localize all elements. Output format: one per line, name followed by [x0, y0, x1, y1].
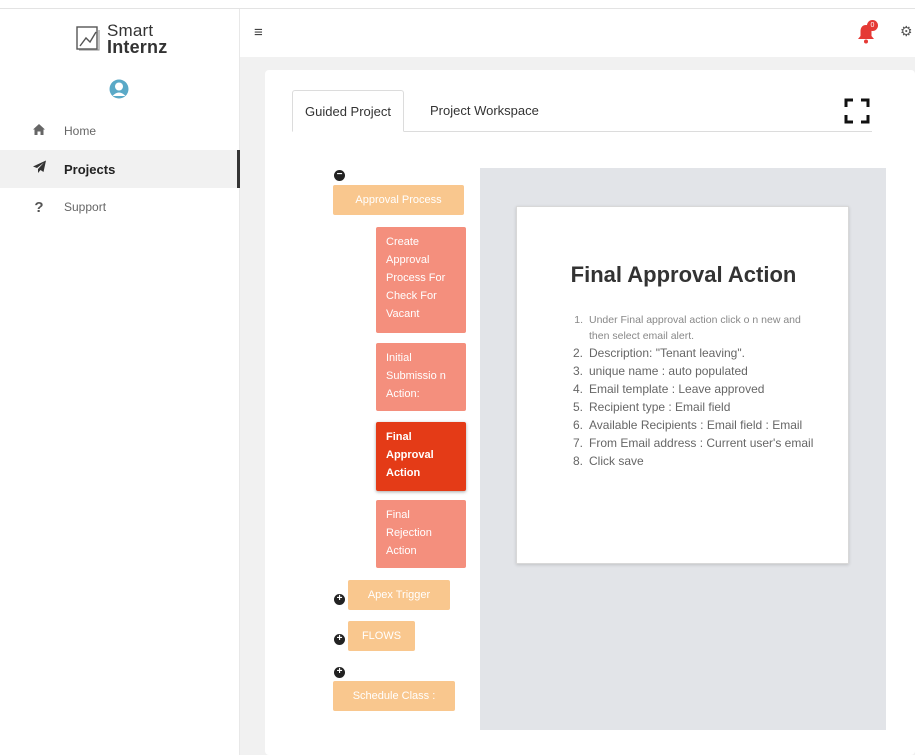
steps-list: 1. Under Final approval action click o n …	[567, 312, 817, 470]
tab-guided-project[interactable]: Guided Project	[292, 90, 404, 132]
fullscreen-icon[interactable]	[844, 98, 870, 124]
tab-project-workspace[interactable]: Project Workspace	[418, 90, 551, 132]
tree-node-final-approval-action[interactable]: Final Approval Action	[376, 422, 466, 491]
project-tabs: Guided Project Project Workspace	[292, 90, 872, 132]
tree-node-initial-submission-action[interactable]: Initial Submissio n Action:	[376, 343, 466, 411]
list-item: 7. From Email address : Current user's em…	[572, 436, 814, 450]
expand-schedule-toggle[interactable]: +	[334, 667, 345, 678]
brand-logo[interactable]: Smart Internz	[76, 19, 167, 59]
expand-flows-toggle[interactable]: +	[334, 634, 345, 645]
sidebar-item-projects[interactable]: Projects	[0, 150, 240, 188]
tree-node-flows[interactable]: FLOWS	[348, 621, 415, 651]
list-item: 6. Available Recipients : Email field : E…	[572, 418, 803, 432]
list-item: 2. Description: "Tenant leaving".	[572, 346, 745, 360]
brand-line-2: Internz	[107, 37, 168, 57]
tree-node-apex-trigger[interactable]: Apex Trigger	[348, 580, 450, 610]
tree-node-create-approval-process[interactable]: Create Approval Process For Check For Va…	[376, 227, 466, 333]
tree-node-schedule-class[interactable]: Schedule Class :	[333, 681, 455, 711]
detail-card: Final Approval Action 1. Under Final appr…	[516, 206, 849, 564]
list-item: 1. Under Final approval action click o n …	[574, 314, 801, 342]
hamburger-icon[interactable]: ≡	[254, 24, 263, 41]
sidebar-nav: Home Projects ? Support	[0, 112, 240, 226]
collapse-approval-toggle[interactable]: −	[334, 170, 345, 181]
top-border	[0, 0, 915, 9]
gear-icon[interactable]: ⚙	[900, 23, 913, 40]
sidebar-item-label: Projects	[64, 161, 116, 177]
notification-button[interactable]: 0	[857, 20, 879, 44]
sidebar-item-support[interactable]: ? Support	[0, 188, 240, 226]
sidebar-item-label: Support	[64, 200, 107, 214]
sidebar-item-label: Home	[64, 124, 97, 138]
detail-title: Final Approval Action	[570, 262, 797, 287]
paper-plane-icon	[28, 160, 50, 178]
tree-node-approval-process[interactable]: Approval Process	[333, 185, 464, 215]
list-item: 8. Click save	[572, 454, 644, 468]
list-item: 4. Email template : Leave approved	[572, 382, 765, 396]
notification-badge: 0	[867, 20, 878, 31]
sidebar-item-home[interactable]: Home	[0, 112, 240, 150]
logo-icon	[76, 26, 100, 51]
list-item: 3. unique name : auto populated	[572, 364, 748, 378]
tree-node-final-rejection-action[interactable]: Final Rejection Action	[376, 500, 466, 568]
sidebar: Smart Internz Home Projects ? Support	[0, 9, 240, 755]
avatar-icon[interactable]	[109, 78, 129, 100]
home-icon	[28, 123, 50, 140]
question-icon: ?	[34, 198, 44, 216]
list-item: 5. Recipient type : Email field	[572, 400, 731, 414]
expand-apex-toggle[interactable]: +	[334, 594, 345, 605]
top-header: ≡ 0 ⚙	[240, 9, 915, 57]
